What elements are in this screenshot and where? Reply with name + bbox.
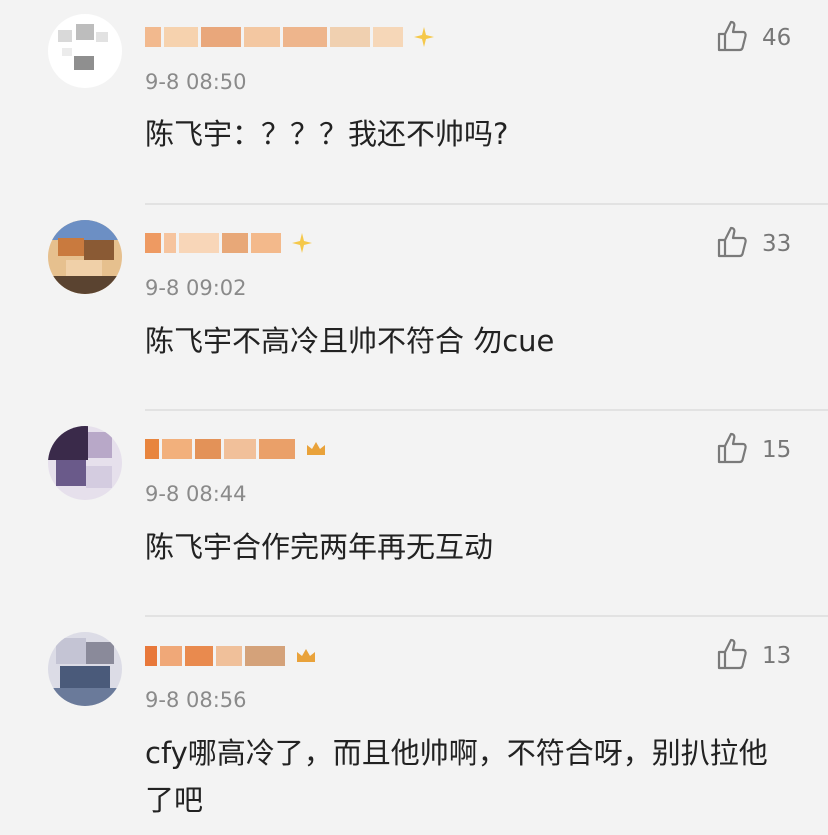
crown-badge-icon bbox=[304, 437, 328, 461]
comment-text: 陈飞宇合作完两年再无互动 bbox=[145, 530, 494, 564]
comment-item: 9-8 08:50 陈飞宇：？？？我还不帅吗? 46 bbox=[0, 0, 828, 205]
comment-item: 9-8 08:56 cfy哪高冷了，而且他帅啊，不符合呀，别扒拉他了吧 13 bbox=[0, 617, 828, 835]
crown-badge-icon bbox=[294, 644, 318, 668]
username[interactable] bbox=[145, 230, 314, 256]
like-button[interactable]: 33 bbox=[714, 224, 792, 264]
username[interactable] bbox=[145, 436, 328, 462]
comment-item: 9-8 09:02 陈飞宇不高冷且帅不符合 勿cue 33 bbox=[0, 205, 828, 411]
thumbs-up-icon bbox=[714, 18, 750, 58]
comment-item: 9-8 08:44 陈飞宇合作完两年再无互动 15 bbox=[0, 411, 828, 617]
avatar[interactable] bbox=[48, 632, 122, 706]
vip-badge-icon bbox=[412, 25, 436, 49]
like-count: 13 bbox=[762, 643, 792, 669]
avatar[interactable] bbox=[48, 220, 122, 294]
thumbs-up-icon bbox=[714, 636, 750, 676]
vip-badge-icon bbox=[290, 231, 314, 255]
comment-time: 9-8 08:50 bbox=[145, 70, 247, 94]
like-count: 15 bbox=[762, 437, 792, 463]
comment-list: 9-8 08:50 陈飞宇：？？？我还不帅吗? 46 9-8 09:02 陈飞宇… bbox=[0, 0, 828, 835]
comment-time: 9-8 08:56 bbox=[145, 688, 247, 712]
like-count: 46 bbox=[762, 25, 792, 51]
comment-text: cfy哪高冷了，而且他帅啊，不符合呀，别扒拉他了吧 bbox=[145, 736, 768, 817]
comment-text: 陈飞宇：？？？我还不帅吗? bbox=[145, 117, 509, 151]
like-button[interactable]: 13 bbox=[714, 636, 792, 676]
avatar[interactable] bbox=[48, 426, 122, 500]
like-button[interactable]: 15 bbox=[714, 430, 792, 470]
thumbs-up-icon bbox=[714, 430, 750, 470]
comment-text: 陈飞宇不高冷且帅不符合 勿cue bbox=[145, 324, 555, 358]
like-button[interactable]: 46 bbox=[714, 18, 792, 58]
username[interactable] bbox=[145, 643, 318, 669]
comment-time: 9-8 08:44 bbox=[145, 482, 247, 506]
like-count: 33 bbox=[762, 231, 792, 257]
thumbs-up-icon bbox=[714, 224, 750, 264]
comment-time: 9-8 09:02 bbox=[145, 276, 247, 300]
username[interactable] bbox=[145, 24, 436, 50]
avatar[interactable] bbox=[48, 14, 122, 88]
